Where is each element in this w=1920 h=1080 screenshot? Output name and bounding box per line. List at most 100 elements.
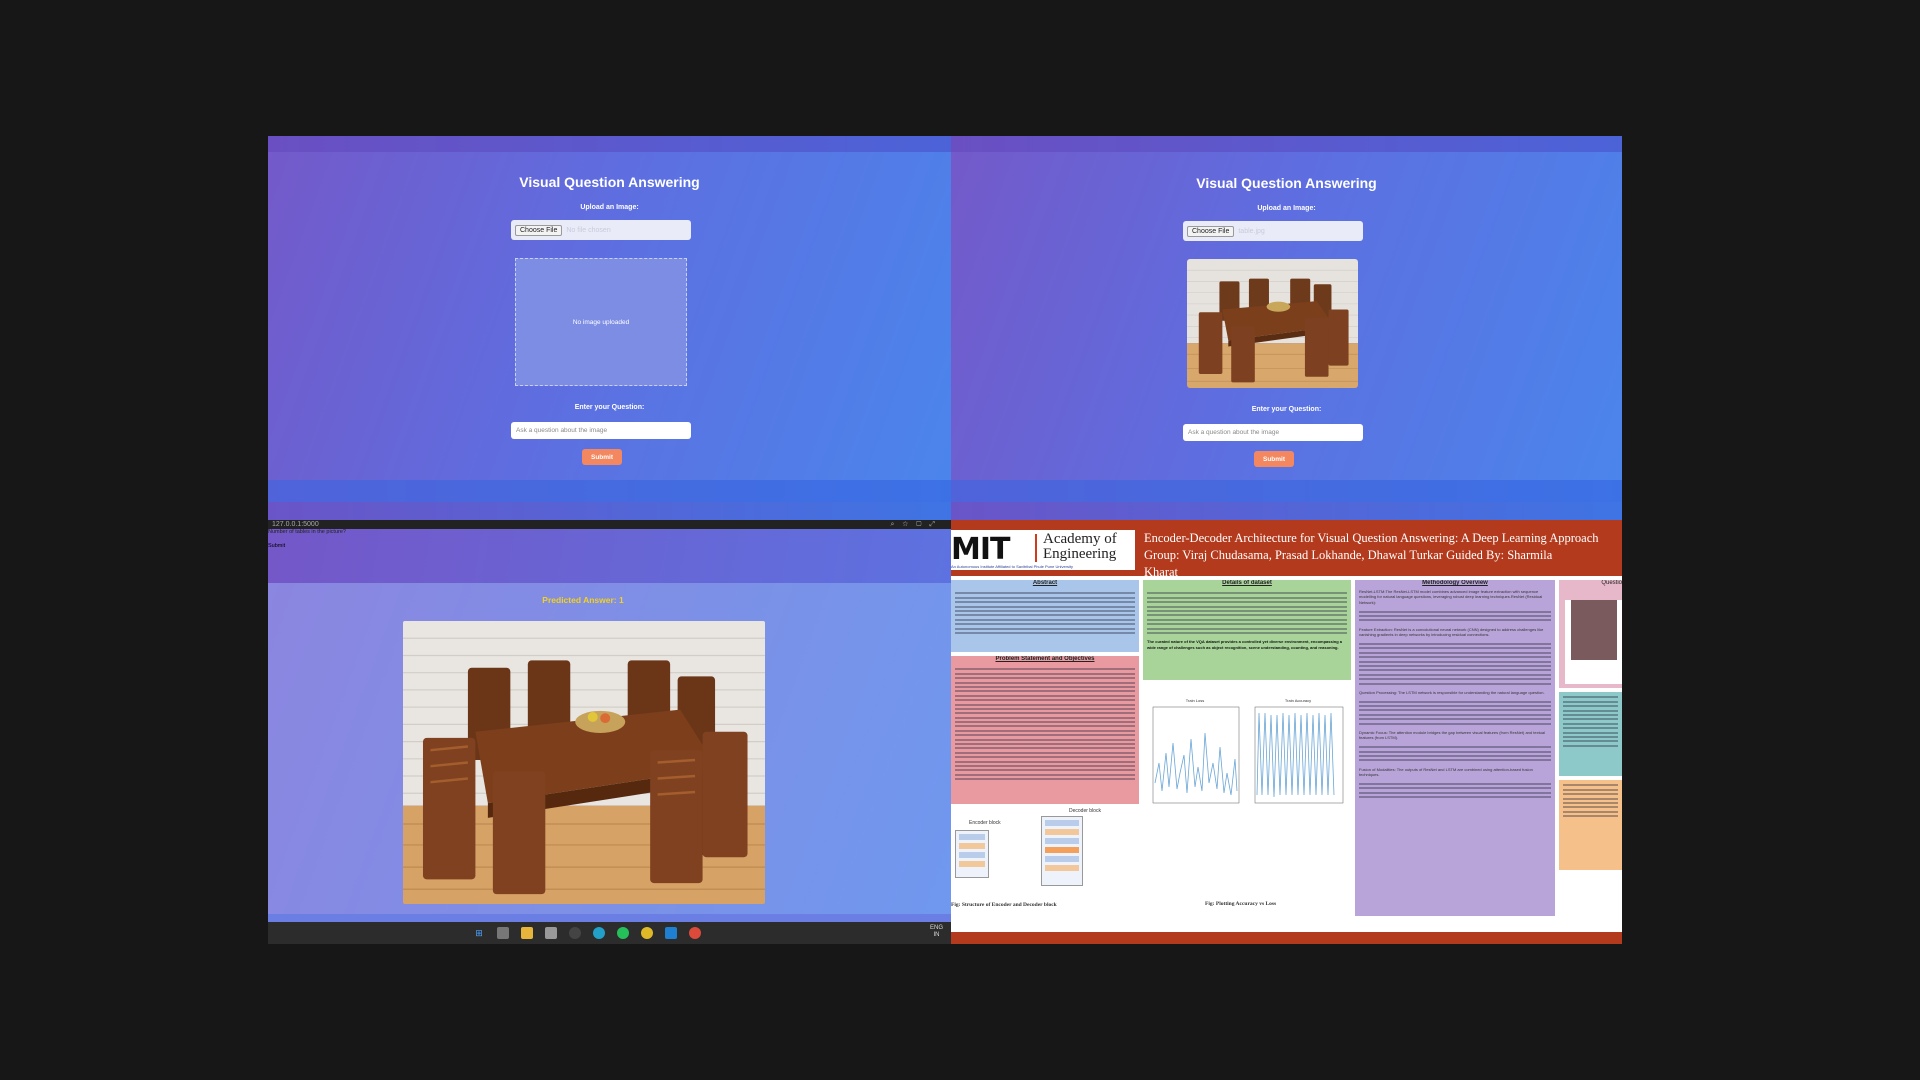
references-section xyxy=(1559,780,1622,870)
question-input[interactable]: Ask a question about the image xyxy=(1183,424,1363,441)
poster-footer xyxy=(951,932,1622,944)
section-body xyxy=(1559,692,1622,751)
bottom-bar xyxy=(951,480,1622,520)
method-body xyxy=(1355,696,1555,729)
logo-line-2: Engineering xyxy=(1043,546,1117,562)
predicted-answer: Predicted Answer: 1 xyxy=(542,595,624,605)
submit-button[interactable]: Submit xyxy=(268,543,300,556)
chrome-icon[interactable] xyxy=(641,927,653,939)
section-body xyxy=(951,588,1139,638)
poster-authors-line: Group: Viraj Chudasama, Prasad Lokhande,… xyxy=(1144,548,1553,562)
college-logo: MIT Academy of Engineering An Autonomous … xyxy=(951,530,1135,570)
dataset-section: Details of dataset The curated nature of… xyxy=(1143,580,1351,680)
abstract-section: Abstract xyxy=(951,580,1139,652)
file-input[interactable]: Choose File No file chosen xyxy=(511,220,691,240)
section-body xyxy=(1143,588,1351,638)
file-name: No file chosen xyxy=(566,226,611,234)
uploaded-image-preview xyxy=(1187,259,1358,388)
question-label: Enter your Question: xyxy=(1251,406,1322,413)
image-preview-empty: No image uploaded xyxy=(515,258,687,386)
section-heading: Problem Statement and Objectives xyxy=(995,656,1095,662)
no-image-text: No image uploaded xyxy=(572,318,630,326)
train-accuracy-chart: Train Accuracy xyxy=(1249,698,1347,814)
question-input[interactable]: Ask a question about the image xyxy=(511,422,691,439)
poster-title: Encoder-Decoder Architecture for Visual … xyxy=(1144,530,1622,581)
method-item: Question Processing: The LSTM network is… xyxy=(1359,689,1545,695)
file-input[interactable]: Choose File table.jpg xyxy=(1183,221,1363,241)
result-image xyxy=(403,621,765,904)
system-tray[interactable]: ENG IN xyxy=(930,925,943,939)
app-icon[interactable] xyxy=(569,927,581,939)
file-name: table.jpg xyxy=(1238,227,1265,235)
encoder-decoder-figure: Encoder block Decoder block Fig: Structu… xyxy=(951,808,1139,926)
logo-divider xyxy=(1035,534,1037,562)
method-item: Fusion of Modalities: The outputs of Res… xyxy=(1359,766,1533,778)
method-body xyxy=(1355,742,1555,766)
start-icon[interactable]: ⊞ xyxy=(473,927,485,939)
form-area: Number of tables in the picture? Submit xyxy=(268,529,951,583)
question-input[interactable]: Number of tables in the picture? xyxy=(268,529,420,543)
method-body xyxy=(1355,606,1555,626)
method-body xyxy=(1355,779,1555,803)
encoder-block xyxy=(955,830,989,878)
section-body xyxy=(951,664,1139,785)
question-label: Enter your Question: xyxy=(574,404,645,411)
section-heading: Methodology Overview xyxy=(1422,580,1488,586)
chrome-active-icon[interactable] xyxy=(689,927,701,939)
section-heading: Questio xyxy=(1601,580,1622,586)
logo-text: Academy of Engineering xyxy=(1043,532,1117,562)
file-explorer-icon[interactable] xyxy=(521,927,533,939)
submit-button[interactable]: Submit xyxy=(1254,451,1294,467)
decoder-label: Decoder block xyxy=(1069,808,1101,814)
method-item: ResNet-LSTM:The ResNet-LSTM model combin… xyxy=(1359,589,1543,605)
store-icon[interactable] xyxy=(545,927,557,939)
vqa-result-screenshot: 127.0.0.1:5000 ⌕☆▢⤢ Number of tables in … xyxy=(268,520,951,944)
methodology-section: Methodology Overview ResNet-LSTM:The Res… xyxy=(1355,580,1555,916)
window-controls[interactable]: ⌕☆▢⤢ xyxy=(890,520,943,529)
sample-image xyxy=(1565,600,1622,684)
poster-authors-line-2: Kharat xyxy=(1144,565,1179,579)
vscode-icon[interactable] xyxy=(665,927,677,939)
research-poster: MIT Academy of Engineering An Autonomous … xyxy=(951,520,1622,944)
windows-taskbar: ⊞ ENG IN xyxy=(268,922,951,944)
vqa-panel-uploaded: Visual Question Answering Upload an Imag… xyxy=(951,136,1622,520)
logo-line-1: Academy of xyxy=(1043,531,1117,547)
section-heading: Abstract xyxy=(1032,580,1058,586)
window-bar: 127.0.0.1:5000 ⌕☆▢⤢ xyxy=(268,520,951,529)
problem-section: Problem Statement and Objectives xyxy=(951,656,1139,804)
choose-file-button[interactable]: Choose File xyxy=(515,224,563,236)
screenshot-collage: Visual Question Answering Upload an Imag… xyxy=(268,136,1622,944)
language-indicator: ENG xyxy=(929,925,943,931)
page-title: Visual Question Answering xyxy=(519,174,700,190)
logo-subtitle: An Autonomous Institute Affiliated to Sa… xyxy=(951,564,1073,569)
dining-set-image xyxy=(1187,259,1358,388)
accuracy-line-plot xyxy=(1254,706,1344,804)
poster-header: MIT Academy of Engineering An Autonomous … xyxy=(951,520,1622,579)
edge-icon[interactable] xyxy=(593,927,605,939)
vqa-panel-empty: Visual Question Answering Upload an Imag… xyxy=(268,136,951,520)
task-view-icon[interactable] xyxy=(497,927,509,939)
section-body xyxy=(1559,780,1622,822)
poster-title-line: Encoder-Decoder Architecture for Visual … xyxy=(1144,531,1599,545)
logo-mark: MIT xyxy=(951,532,1010,567)
loss-line-plot xyxy=(1152,706,1240,804)
figure-caption: Fig: Plotting Accuracy vs Loss xyxy=(1205,901,1277,907)
whatsapp-icon[interactable] xyxy=(617,927,629,939)
upload-label: Upload an Image: xyxy=(580,204,639,211)
encoder-label: Encoder block xyxy=(969,820,1001,826)
section-heading: Details of dataset xyxy=(1222,580,1272,586)
decoder-block xyxy=(1041,816,1083,886)
result-area: Predicted Answer: 1 xyxy=(268,583,951,914)
method-item: Dynamic Focus: The attention module brid… xyxy=(1359,730,1546,741)
top-bar xyxy=(268,136,951,152)
upload-label: Upload an Image: xyxy=(1257,205,1316,212)
question-section: Questio xyxy=(1559,580,1622,688)
figure-caption: Fig: Structure of Encoder and Decoder bl… xyxy=(951,902,1057,908)
dataset-highlight: The curated nature of the VQA dataset pr… xyxy=(1147,639,1343,650)
method-item: Feature Extraction: ResNet is a convolut… xyxy=(1359,626,1544,638)
top-bar xyxy=(951,136,1622,152)
submit-button[interactable]: Submit xyxy=(582,449,622,465)
choose-file-button[interactable]: Choose File xyxy=(1187,225,1235,237)
bottom-bar xyxy=(268,480,951,520)
address-text: 127.0.0.1:5000 xyxy=(272,521,319,528)
